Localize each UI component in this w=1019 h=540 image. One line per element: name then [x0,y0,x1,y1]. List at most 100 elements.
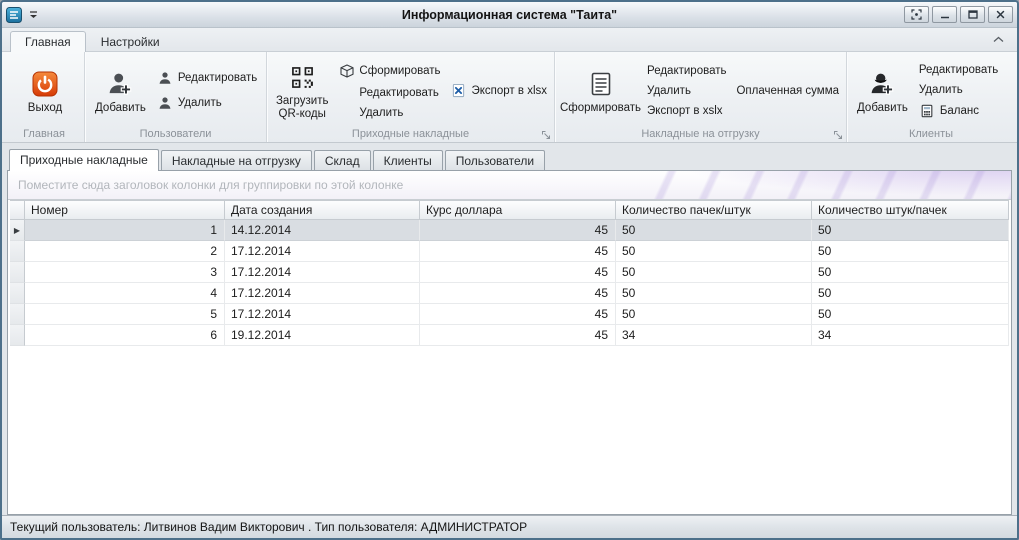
qr-code-icon [290,62,315,92]
table-row[interactable]: 6 19.12.2014 45 34 34 [10,325,1009,346]
grid-cell[interactable]: 50 [616,262,812,283]
shipping-delete-button[interactable]: Удалить [644,84,729,98]
grid-cell[interactable]: 50 [616,220,812,241]
user-add-label: Добавить [95,101,146,114]
grid-cell[interactable]: 50 [616,283,812,304]
grid-cell[interactable]: 45 [420,220,616,241]
load-qr-button[interactable]: Загрузить QR-коды [273,59,331,122]
grid-cell[interactable]: 50 [616,304,812,325]
dialog-launcher-icon[interactable] [833,130,843,140]
grid-cell[interactable]: 14.12.2014 [225,220,420,241]
tab-shipping-invoices[interactable]: Накладные на отгрузку [160,150,312,170]
exit-button[interactable]: Выход [17,66,73,116]
row-indicator [10,262,25,283]
maximize-button[interactable] [960,6,985,23]
column-header-date[interactable]: Дата создания [225,200,420,219]
ribbon-group-caption: Пользователи [139,128,212,140]
grid-cell[interactable]: 50 [812,283,1009,304]
xlsx-export-icon [450,83,467,98]
close-button[interactable] [988,6,1013,23]
ribbon-group-caption: Главная [23,128,65,140]
table-row[interactable]: 3 17.12.2014 45 50 50 [10,262,1009,283]
user-edit-button[interactable]: Редактировать [154,70,260,86]
window-controls [904,6,1013,23]
quick-access-dropdown-icon[interactable] [25,10,42,20]
grid-cell[interactable]: 45 [420,241,616,262]
grid-cell[interactable]: 50 [616,241,812,262]
grid-cell[interactable]: 17.12.2014 [225,241,420,262]
incoming-generate-button[interactable]: Сформировать [335,62,443,80]
client-edit-button[interactable]: Редактировать [916,63,1001,77]
grid-cell[interactable]: 17.12.2014 [225,262,420,283]
table-row[interactable]: 5 17.12.2014 45 50 50 [10,304,1009,325]
grid-cell[interactable]: 45 [420,304,616,325]
document-icon [589,69,613,99]
grid-cell[interactable]: 17.12.2014 [225,304,420,325]
data-grid: Номер Дата создания Курс доллара Количес… [8,200,1011,514]
tab-clients[interactable]: Клиенты [372,150,443,170]
grid-cell[interactable]: 2 [25,241,225,262]
grid-cell[interactable]: 50 [812,304,1009,325]
tab-incoming-invoices[interactable]: Приходные накладные [9,149,159,171]
row-indicator [10,304,25,325]
grid-cell[interactable]: 50 [812,241,1009,262]
grid-cell[interactable]: 19.12.2014 [225,325,420,346]
ribbon-group-users: Добавить Редактировать Удалить Пользоват… [84,52,266,142]
user-icon [157,96,174,110]
user-add-button[interactable]: Добавить [91,66,150,116]
shipping-generate-button[interactable]: Сформировать [560,66,641,116]
grid-cell[interactable]: 45 [420,262,616,283]
tab-users[interactable]: Пользователи [444,150,546,170]
client-balance-button[interactable]: Баланс [916,103,1001,119]
tab-warehouse[interactable]: Склад [313,150,371,170]
ribbon-tab-settings[interactable]: Настройки [86,31,175,52]
grid-cell[interactable]: 50 [812,220,1009,241]
ribbon-group-home: Выход Главная [4,52,84,142]
column-header-rate[interactable]: Курс доллара [420,200,616,219]
workspace: Приходные накладные Накладные на отгрузк… [2,143,1017,515]
grid-cell[interactable]: 34 [616,325,812,346]
shipping-edit-button[interactable]: Редактировать [644,64,729,78]
ribbon-tab-strip: Главная Настройки [2,28,1017,52]
power-icon [32,69,58,99]
incoming-export-xlsx-button[interactable]: Экспорт в xlsx [447,82,550,99]
minimize-button[interactable] [932,6,957,23]
table-row[interactable]: 4 17.12.2014 45 50 50 [10,283,1009,304]
app-logo-icon[interactable] [6,6,22,23]
document-tab-strip: Приходные накладные Накладные на отгрузк… [7,149,1012,171]
capture-button[interactable] [904,6,929,23]
user-delete-button[interactable]: Удалить [154,95,260,111]
incoming-delete-button[interactable]: Удалить [335,106,443,120]
column-header-pieces[interactable]: Количество штук/пачек [812,200,1009,219]
incoming-edit-button[interactable]: Редактировать [335,86,443,100]
package-box-icon [338,63,355,79]
table-row[interactable]: ▶ 1 14.12.2014 45 50 50 [10,220,1009,241]
grid-cell[interactable]: 45 [420,283,616,304]
grid-cell[interactable]: 4 [25,283,225,304]
grid-cell[interactable]: 1 [25,220,225,241]
title-bar: Информационная система "Таита" [2,2,1017,28]
column-header-number[interactable]: Номер [25,200,225,219]
grid-cell[interactable]: 34 [812,325,1009,346]
dialog-launcher-icon[interactable] [541,130,551,140]
client-delete-button[interactable]: Удалить [916,83,1001,97]
column-header-packs[interactable]: Количество пачек/штук [616,200,812,219]
grid-cell[interactable]: 45 [420,325,616,346]
shipping-export-xslx-button[interactable]: Экспорт в xslx [644,104,729,118]
grid-cell[interactable]: 6 [25,325,225,346]
exit-button-label: Выход [27,101,63,114]
grid-cell[interactable]: 3 [25,262,225,283]
grid-cell[interactable]: 50 [812,262,1009,283]
paid-sum-button[interactable]: Оплаченная сумма [733,84,842,98]
ribbon-tab-home[interactable]: Главная [10,31,86,52]
table-row[interactable]: 2 17.12.2014 45 50 50 [10,241,1009,262]
selected-row-marker: ▶ [10,220,25,241]
group-by-panel[interactable]: Поместите сюда заголовок колонки для гру… [8,171,1011,200]
ribbon-collapse-chevron-icon[interactable] [988,33,1009,46]
ribbon-group-incoming: Загрузить QR-коды Сформировать Редактиро… [266,52,554,142]
window-title: Информационная система "Таита" [401,7,618,22]
client-add-button[interactable]: Добавить [853,66,912,116]
grid-cell[interactable]: 5 [25,304,225,325]
grid-cell[interactable]: 17.12.2014 [225,283,420,304]
grid-rows: ▶ 1 14.12.2014 45 50 50 2 17.12.2014 45 50 50 3 17.1… [10,220,1009,514]
